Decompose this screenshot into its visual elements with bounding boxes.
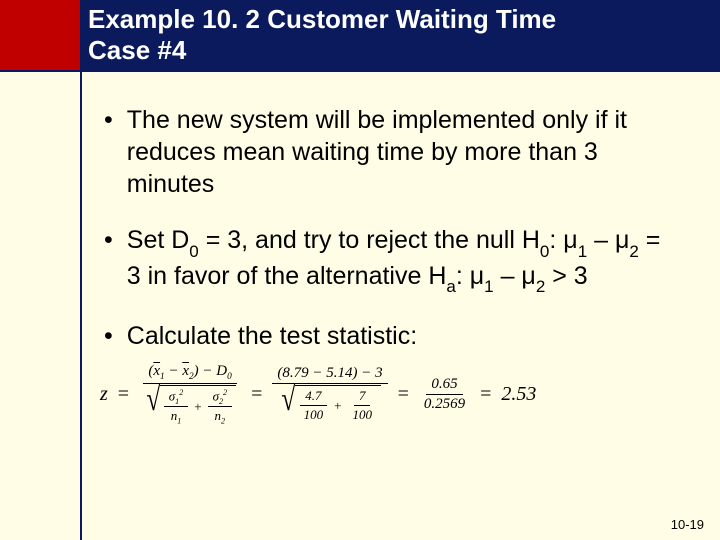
page-number: 10-19 <box>671 517 704 532</box>
radical-icon: √ <box>281 385 295 424</box>
header-title-wrap: Example 10. 2 Customer Waiting Time Case… <box>82 0 720 69</box>
bullet-1-text: The new system will be implemented only … <box>127 104 674 200</box>
eq-equals-2: = <box>249 383 264 406</box>
eq-frac-3: 0.65 0.2569 <box>419 375 470 414</box>
bullet-3-text: Calculate the test statistic: <box>127 320 674 352</box>
eq-result: 2.53 <box>501 383 536 406</box>
bullet-marker: • <box>104 224 113 256</box>
eq-equals-3: = <box>396 383 411 406</box>
slide-header: Example 10. 2 Customer Waiting Time Case… <box>0 0 720 72</box>
eq-frac-2: (8.79 − 5.14) − 3 √ 4.7 100 + 7 100 <box>272 364 387 425</box>
sqrt-2: √ 4.7 100 + 7 100 <box>279 385 381 424</box>
left-rail <box>0 72 82 540</box>
eq-frac-3-num: 0.65 <box>426 375 462 395</box>
eq-equals-4: = <box>478 383 493 406</box>
bullet-marker: • <box>104 320 113 352</box>
equation: z = (x1 − x2) − D0 √ σ12 n1 + σ22 <box>100 362 674 429</box>
bullet-2-text: Set D0 = 3, and try to reject the null H… <box>127 224 674 296</box>
slide-content: • The new system will be implemented onl… <box>84 80 704 428</box>
slide-title: Example 10. 2 Customer Waiting Time Case… <box>88 4 556 65</box>
eq-frac-2-den: √ 4.7 100 + 7 100 <box>274 384 386 425</box>
eq-frac-1-den: √ σ12 n1 + σ22 n2 <box>139 384 241 429</box>
bullet-3: • Calculate the test statistic: <box>92 320 674 352</box>
eq-z: z <box>100 383 108 406</box>
header-red-block <box>0 0 82 72</box>
title-line-2: Case #4 <box>88 35 186 65</box>
bullet-1: • The new system will be implemented onl… <box>92 104 674 200</box>
eq-frac-3-den: 0.2569 <box>419 395 470 414</box>
title-line-1: Example 10. 2 Customer Waiting Time <box>88 4 556 34</box>
eq-equals-1: = <box>116 383 131 406</box>
eq-frac-1: (x1 − x2) − D0 √ σ12 n1 + σ22 n2 <box>139 362 241 429</box>
bullet-marker: • <box>104 104 113 136</box>
bullet-2: • Set D0 = 3, and try to reject the null… <box>92 224 674 296</box>
radical-icon: √ <box>146 385 160 428</box>
sqrt-1: √ σ12 n1 + σ22 n2 <box>144 385 236 428</box>
